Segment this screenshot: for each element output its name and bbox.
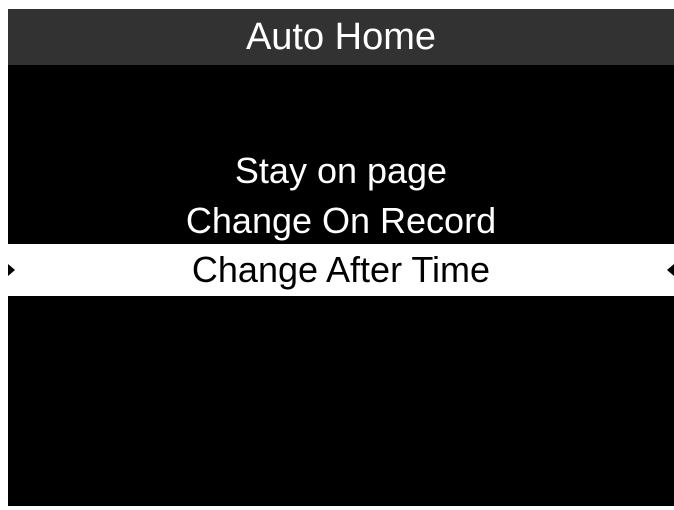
menu-item-label: Stay on page bbox=[234, 150, 448, 191]
menu-item-change-on-record[interactable]: Change On Record bbox=[8, 195, 674, 247]
menu-item-label: Change After Time bbox=[191, 249, 491, 290]
menu-item-stay-on-page[interactable]: Stay on page bbox=[8, 145, 674, 197]
menu-item-change-after-time[interactable]: Change After Time bbox=[8, 244, 674, 296]
caret-right-icon bbox=[8, 264, 15, 276]
page-title: Auto Home bbox=[8, 9, 674, 65]
menu-item-label: Change On Record bbox=[185, 200, 497, 241]
device-screen: Auto Home Stay on page Change On Record … bbox=[8, 9, 674, 506]
caret-left-icon bbox=[667, 264, 674, 276]
